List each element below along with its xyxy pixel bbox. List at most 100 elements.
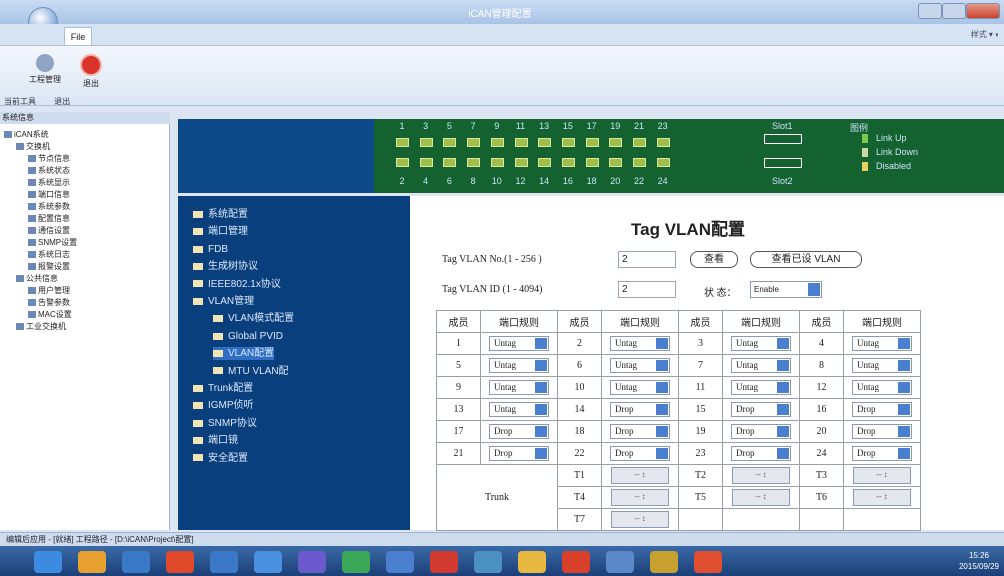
ribbon-style-menu[interactable]: 样式 ▾ ◐ xyxy=(950,29,1000,41)
port-rule-select[interactable]: Drop xyxy=(610,424,670,439)
port-even-22[interactable] xyxy=(633,158,646,167)
trunk-select[interactable]: -- ↕ xyxy=(611,511,669,528)
trunk-select[interactable]: -- ↕ xyxy=(853,489,911,506)
vlan-no-input[interactable]: 2 xyxy=(618,251,676,268)
port-rule-select[interactable]: Untag xyxy=(731,358,791,373)
port-even-4[interactable] xyxy=(419,158,433,167)
tree-item[interactable]: SNMP设置 xyxy=(28,238,77,248)
app-icon[interactable] xyxy=(386,551,414,573)
port-rule-select[interactable]: Untag xyxy=(852,358,912,373)
tree-item[interactable]: 用户管理 xyxy=(28,286,70,296)
port-rule-select[interactable]: Untag xyxy=(610,380,670,395)
slot2-box[interactable] xyxy=(764,158,802,168)
port-rule-select[interactable]: Untag xyxy=(489,358,549,373)
trunk-select[interactable]: -- ↕ xyxy=(732,467,790,484)
port-even-10[interactable] xyxy=(490,158,504,167)
port-rule-select[interactable]: Untag xyxy=(489,402,549,417)
menu-item[interactable]: VLAN管理 xyxy=(193,295,254,308)
port-even-2[interactable] xyxy=(396,158,409,167)
media-icon[interactable] xyxy=(254,551,282,573)
port-rule-select[interactable]: Drop xyxy=(731,446,791,461)
port-rule-select[interactable]: Drop xyxy=(731,424,791,439)
tree-item[interactable]: 节点信息 xyxy=(28,154,70,164)
port-rule-select[interactable]: Drop xyxy=(852,446,912,461)
tree-item[interactable]: 通信设置 xyxy=(28,226,70,236)
folder-icon[interactable] xyxy=(518,551,546,573)
menu-item[interactable]: Trunk配置 xyxy=(193,382,253,395)
view-all-vlan-button[interactable]: 查看已设 VLAN xyxy=(750,251,862,268)
chrome-icon[interactable] xyxy=(166,551,194,573)
menu-item[interactable]: MTU VLAN配 xyxy=(213,365,289,378)
port-rule-select[interactable]: Drop xyxy=(610,402,670,417)
tree-item[interactable]: 系统参数 xyxy=(28,202,70,212)
tree-item[interactable]: 配置信息 xyxy=(28,214,70,224)
exit-button[interactable]: 退出 xyxy=(74,54,108,90)
ie-icon[interactable] xyxy=(122,551,150,573)
trunk-select[interactable]: -- ↕ xyxy=(732,489,790,506)
port-odd-9[interactable] xyxy=(490,138,504,147)
port-even-20[interactable] xyxy=(609,158,623,167)
menu-item[interactable]: VLAN模式配置 xyxy=(213,312,294,325)
close-button[interactable] xyxy=(966,3,1000,19)
port-even-6[interactable] xyxy=(443,158,457,167)
menu-item[interactable]: VLAN配置 xyxy=(213,347,275,361)
port-even-14[interactable] xyxy=(538,158,552,167)
tool-icon[interactable] xyxy=(650,551,678,573)
taskbar-clock[interactable]: 15:26 2015/09/29 xyxy=(955,550,1003,574)
port-odd-15[interactable] xyxy=(561,138,575,147)
port-even-16[interactable] xyxy=(561,158,575,167)
menu-item[interactable]: FDB xyxy=(193,243,228,256)
tree-item[interactable]: 报警设置 xyxy=(28,262,70,272)
ie-edge-icon[interactable] xyxy=(210,551,238,573)
menu-item[interactable]: 端口管理 xyxy=(193,225,248,238)
menu-item[interactable]: 生成树协议 xyxy=(193,260,258,273)
tree-item[interactable]: 系统日志 xyxy=(28,250,70,260)
trunk-select[interactable]: -- ↕ xyxy=(853,467,911,484)
settings-icon[interactable] xyxy=(606,551,634,573)
tree-item[interactable]: 端口信息 xyxy=(28,190,70,200)
tree-item[interactable]: 工业交换机 xyxy=(16,322,66,332)
port-odd-23[interactable] xyxy=(656,138,670,147)
menu-item[interactable]: 安全配置 xyxy=(193,452,248,465)
tree-item[interactable]: 交换机 xyxy=(16,142,50,152)
port-odd-17[interactable] xyxy=(585,138,599,147)
port-rule-select[interactable]: Untag xyxy=(489,336,549,351)
port-odd-3[interactable] xyxy=(419,138,433,147)
pdf-icon[interactable] xyxy=(562,551,590,573)
view-button[interactable]: 查看 xyxy=(690,251,738,268)
minimize-button[interactable] xyxy=(918,3,942,19)
port-odd-21[interactable] xyxy=(633,138,646,147)
maximize-button[interactable] xyxy=(942,3,966,19)
port-odd-1[interactable] xyxy=(396,138,409,147)
tree-item[interactable]: 公共信息 xyxy=(16,274,58,284)
port-rule-select[interactable]: Untag xyxy=(852,380,912,395)
port-odd-7[interactable] xyxy=(467,138,481,147)
tree-item[interactable]: 系统显示 xyxy=(28,178,70,188)
tree-item[interactable]: MAC设置 xyxy=(28,310,72,320)
port-odd-19[interactable] xyxy=(609,138,623,147)
menu-item[interactable]: IGMP侦听 xyxy=(193,399,254,412)
project-manage-button[interactable]: 工程管理 xyxy=(28,54,62,90)
port-even-18[interactable] xyxy=(585,158,599,167)
port-rule-select[interactable]: Untag xyxy=(731,380,791,395)
start-orb[interactable] xyxy=(34,551,62,573)
port-odd-13[interactable] xyxy=(538,138,552,147)
port-even-24[interactable] xyxy=(656,158,670,167)
port-rule-select[interactable]: Drop xyxy=(610,446,670,461)
port-even-12[interactable] xyxy=(514,158,528,167)
menu-item[interactable]: 系统配置 xyxy=(193,208,248,221)
port-rule-select[interactable]: Drop xyxy=(489,424,549,439)
port-rule-select[interactable]: Untag xyxy=(610,358,670,373)
app-icon[interactable] xyxy=(694,551,722,573)
app-icon[interactable] xyxy=(474,551,502,573)
trunk-select[interactable]: -- ↕ xyxy=(611,489,669,506)
vlan-id-input[interactable]: 2 xyxy=(618,281,676,298)
port-rule-select[interactable]: Drop xyxy=(852,424,912,439)
menu-item[interactable]: Global PVID xyxy=(213,330,283,343)
tree-item[interactable]: 告警参数 xyxy=(28,298,70,308)
adobe-icon[interactable] xyxy=(430,551,458,573)
app-icon[interactable] xyxy=(78,551,106,573)
app-icon[interactable] xyxy=(342,551,370,573)
port-rule-select[interactable]: Untag xyxy=(489,380,549,395)
system-tray[interactable] xyxy=(790,552,955,570)
